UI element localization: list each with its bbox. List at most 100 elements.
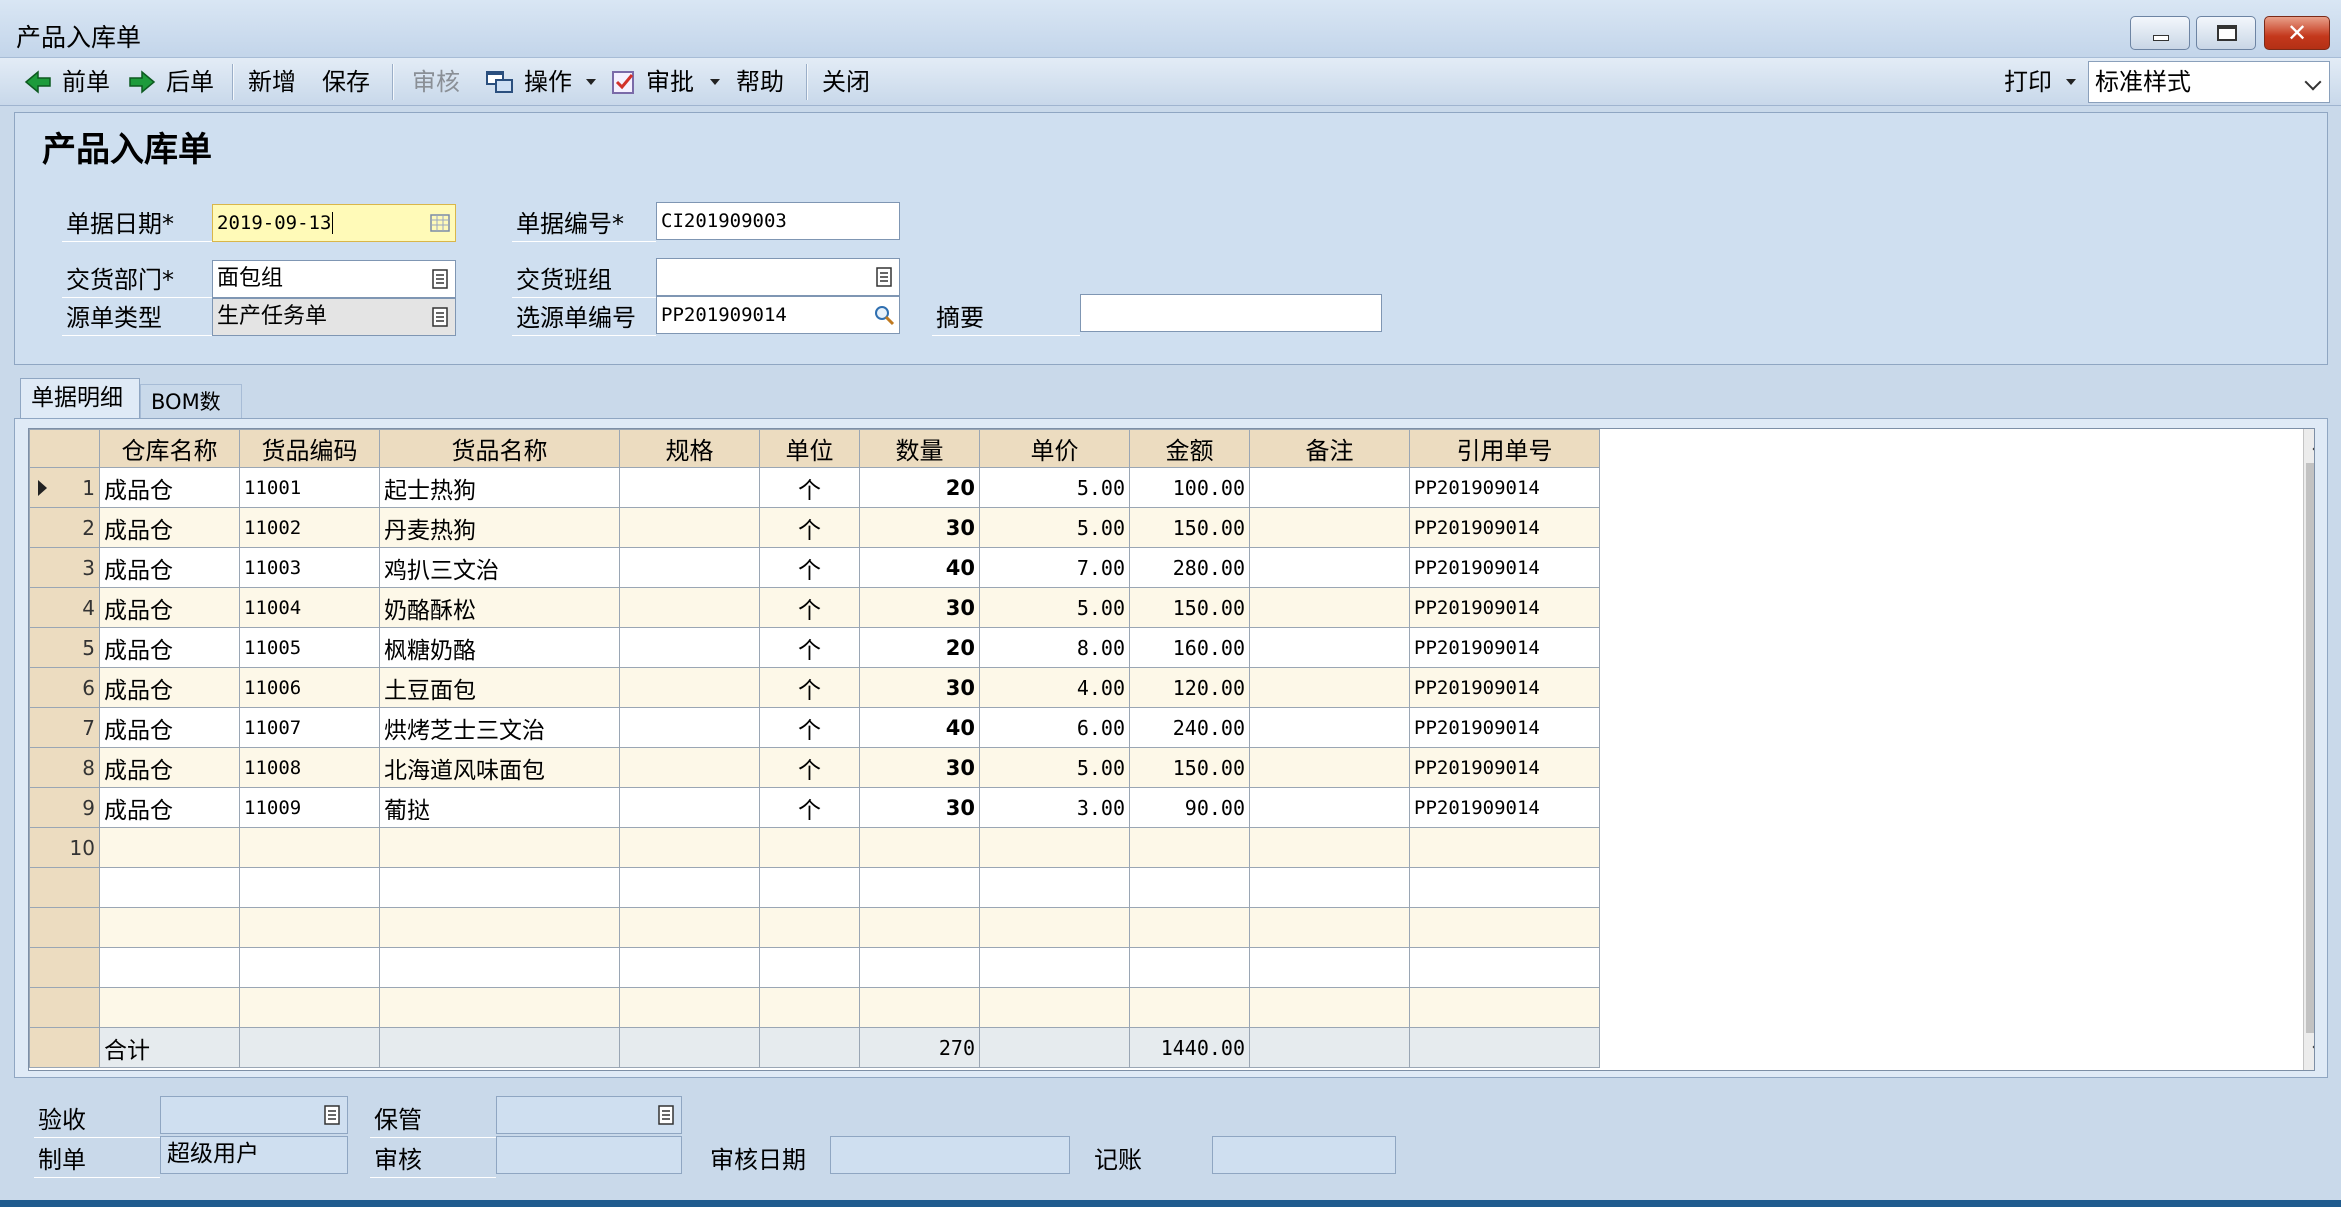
cell-ref[interactable]: PP201909014	[1409, 587, 1600, 628]
cell-spec[interactable]	[619, 947, 760, 988]
cell-remark[interactable]	[1249, 707, 1410, 748]
cell-unit[interactable]	[759, 947, 860, 988]
cell-amount[interactable]	[1129, 987, 1250, 1028]
cell-ref[interactable]: PP201909014	[1409, 627, 1600, 668]
cell-warehouse[interactable]	[99, 987, 240, 1028]
cell-qty[interactable]: 20	[859, 627, 980, 668]
cell-warehouse[interactable]: 成品仓	[99, 747, 240, 788]
team-field[interactable]	[656, 258, 900, 296]
cell-spec[interactable]	[619, 787, 760, 828]
cell-amount[interactable]	[1129, 827, 1250, 868]
cell-ref[interactable]	[1409, 947, 1600, 988]
cell-unit[interactable]: 个	[759, 787, 860, 828]
row-number[interactable]: 6	[29, 667, 100, 708]
cell-unit[interactable]: 个	[759, 747, 860, 788]
cell-name[interactable]: 烘烤芝士三文治	[379, 707, 620, 748]
cell-amount[interactable]: 280.00	[1129, 547, 1250, 588]
cell-code[interactable]: 11007	[239, 707, 380, 748]
custody-field[interactable]	[496, 1096, 682, 1134]
row-number-header[interactable]	[29, 429, 100, 468]
new-button[interactable]: 新增	[248, 58, 296, 106]
date-field[interactable]: 2019-09-13	[212, 204, 456, 242]
table-row[interactable]: 5 成品仓 11005 枫糖奶酪 个 20 8.00 160.00 PP201909014	[29, 627, 1600, 668]
dept-field[interactable]: 面包组	[212, 260, 456, 298]
cell-name[interactable]	[379, 947, 620, 988]
cell-warehouse[interactable]: 成品仓	[99, 547, 240, 588]
next-doc-button[interactable]: 后单	[126, 58, 222, 106]
cell-name[interactable]: 鸡扒三文治	[379, 547, 620, 588]
table-row[interactable]	[29, 987, 1600, 1028]
tab-bom[interactable]: BOM数据	[140, 384, 242, 448]
cell-ref[interactable]: PP201909014	[1409, 507, 1600, 548]
table-row[interactable]	[29, 867, 1600, 908]
cell-unit[interactable]	[759, 987, 860, 1028]
table-row[interactable]: 2 成品仓 11002 丹麦热狗 个 30 5.00 150.00 PP201909014	[29, 507, 1600, 548]
cell-unit[interactable]: 个	[759, 707, 860, 748]
review-button[interactable]: 审核	[412, 58, 460, 106]
cell-remark[interactable]	[1249, 627, 1410, 668]
cell-warehouse[interactable]	[99, 907, 240, 948]
column-header[interactable]: 仓库名称	[99, 429, 240, 468]
cell-warehouse[interactable]: 成品仓	[99, 667, 240, 708]
row-number[interactable]: 1	[29, 467, 100, 508]
table-row[interactable]	[29, 947, 1600, 988]
cell-spec[interactable]	[619, 627, 760, 668]
cell-warehouse[interactable]: 成品仓	[99, 787, 240, 828]
cell-remark[interactable]	[1249, 467, 1410, 508]
cell-remark[interactable]	[1249, 987, 1410, 1028]
scroll-thumb[interactable]	[2306, 463, 2314, 1033]
cell-ref[interactable]: PP201909014	[1409, 707, 1600, 748]
docno-field[interactable]: CI201909003	[656, 202, 900, 240]
cell-code[interactable]: 11002	[239, 507, 380, 548]
lookup-icon[interactable]	[429, 267, 451, 291]
row-number[interactable]: 5	[29, 627, 100, 668]
cell-price[interactable]: 7.00	[979, 547, 1130, 588]
cell-spec[interactable]	[619, 707, 760, 748]
cell-name[interactable]	[379, 827, 620, 868]
cell-name[interactable]: 奶酪酥松	[379, 587, 620, 628]
cell-code[interactable]	[239, 907, 380, 948]
table-row[interactable]: 6 成品仓 11006 土豆面包 个 30 4.00 120.00 PP201909014	[29, 667, 1600, 708]
cell-name[interactable]: 葡挞	[379, 787, 620, 828]
cell-qty[interactable]	[859, 947, 980, 988]
srctype-field[interactable]: 生产任务单	[212, 298, 456, 336]
row-number[interactable]: 10	[29, 827, 100, 868]
save-button[interactable]: 保存	[322, 58, 370, 106]
cell-qty[interactable]: 30	[859, 507, 980, 548]
column-header[interactable]: 货品编码	[239, 429, 380, 468]
cell-unit[interactable]: 个	[759, 507, 860, 548]
column-header[interactable]: 货品名称	[379, 429, 620, 468]
cell-spec[interactable]	[619, 587, 760, 628]
summary-field[interactable]	[1080, 294, 1382, 332]
cell-warehouse[interactable]: 成品仓	[99, 587, 240, 628]
cell-price[interactable]: 6.00	[979, 707, 1130, 748]
cell-price[interactable]: 5.00	[979, 587, 1130, 628]
cell-spec[interactable]	[619, 507, 760, 548]
search-icon[interactable]	[873, 303, 895, 327]
cell-amount[interactable]: 160.00	[1129, 627, 1250, 668]
cell-unit[interactable]: 个	[759, 667, 860, 708]
cell-code[interactable]: 11004	[239, 587, 380, 628]
cell-unit[interactable]	[759, 867, 860, 908]
row-number[interactable]	[29, 987, 100, 1028]
close-window-button[interactable]: ✕	[2264, 16, 2330, 50]
column-header[interactable]: 单位	[759, 429, 860, 468]
cell-amount[interactable]: 100.00	[1129, 467, 1250, 508]
table-row[interactable]: 9 成品仓 11009 葡挞 个 30 3.00 90.00 PP201909014	[29, 787, 1600, 828]
lookup-icon[interactable]	[429, 305, 451, 329]
cell-amount[interactable]	[1129, 947, 1250, 988]
cell-code[interactable]	[239, 987, 380, 1028]
cell-ref[interactable]: PP201909014	[1409, 667, 1600, 708]
cell-qty[interactable]: 30	[859, 587, 980, 628]
cell-qty[interactable]	[859, 827, 980, 868]
cell-warehouse[interactable]: 成品仓	[99, 707, 240, 748]
cell-spec[interactable]	[619, 547, 760, 588]
cell-warehouse[interactable]	[99, 827, 240, 868]
maximize-button[interactable]	[2196, 16, 2256, 50]
cell-qty[interactable]	[859, 907, 980, 948]
minimize-button[interactable]	[2130, 16, 2190, 50]
cell-code[interactable]: 11008	[239, 747, 380, 788]
cell-spec[interactable]	[619, 867, 760, 908]
cell-amount[interactable]: 90.00	[1129, 787, 1250, 828]
cell-unit[interactable]: 个	[759, 587, 860, 628]
